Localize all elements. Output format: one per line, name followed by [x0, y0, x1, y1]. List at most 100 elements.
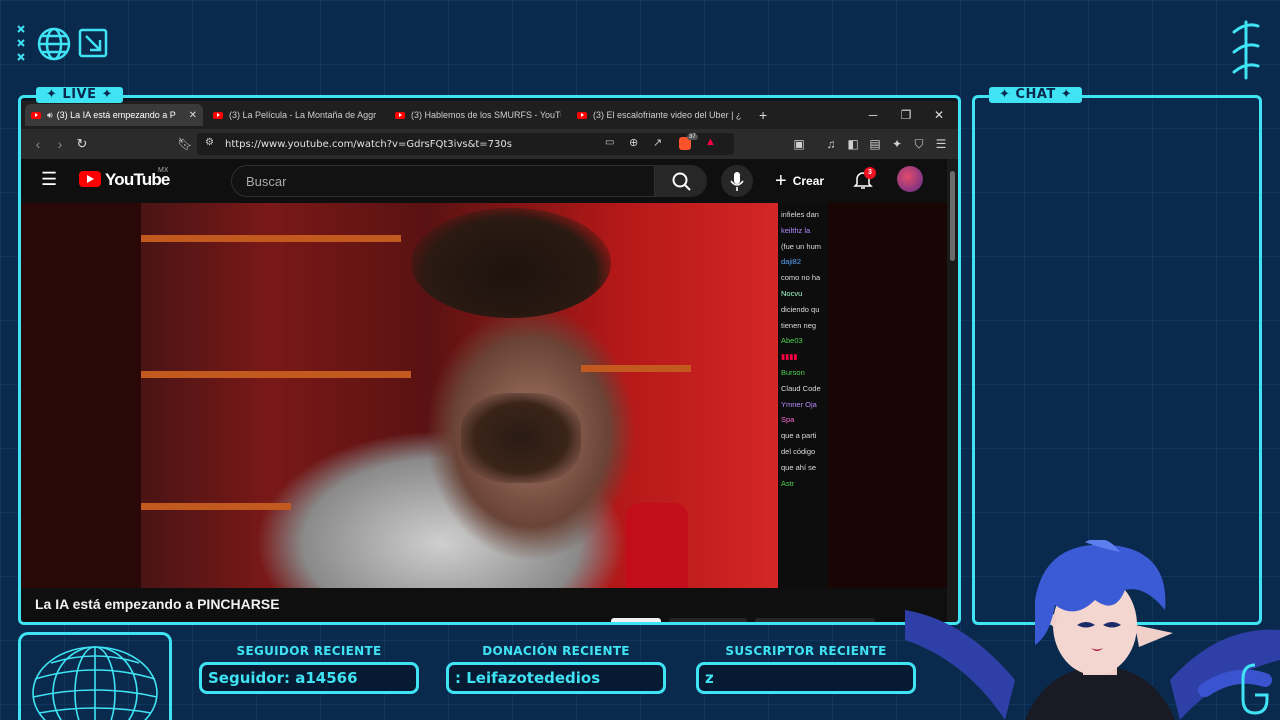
chat-line: como no ha	[781, 273, 821, 283]
hamburger-menu-icon[interactable]: ☰	[41, 169, 57, 190]
video-player[interactable]: infieles dan keilthz la (fue un hum daji…	[21, 203, 947, 588]
filter-chip[interactable]	[755, 618, 875, 622]
youtube-favicon-icon	[213, 111, 223, 119]
reading-list-icon[interactable]: ▣	[791, 136, 807, 152]
recent-donation-label: DONACIÓN RECIENTE	[482, 644, 630, 658]
arrow-down-right-icon	[78, 28, 108, 58]
recent-subscriber-value: z	[705, 669, 714, 687]
chat-line: daji82	[781, 257, 802, 267]
back-icon[interactable]: ‹	[27, 136, 49, 152]
sidebar-icon[interactable]: ◧	[845, 136, 861, 152]
recent-follower-value: Seguidor: a14566	[208, 669, 358, 687]
search-icon	[672, 172, 691, 191]
share-icon[interactable]: ↗	[653, 136, 662, 149]
vpn-icon[interactable]: ⛉	[911, 136, 927, 152]
person-beard	[461, 393, 581, 483]
search-input[interactable]: Buscar	[231, 165, 655, 197]
bookmark-icon[interactable]: 🔖︎	[177, 136, 193, 152]
microphone-icon	[730, 172, 744, 191]
youtube-favicon-icon	[395, 111, 405, 119]
wireframe-globe-icon	[32, 646, 158, 720]
close-window-icon[interactable]: ✕	[922, 101, 956, 129]
rewards-icon[interactable]: ▲	[705, 136, 716, 148]
globe-panel	[18, 632, 172, 720]
vtuber-avatar	[905, 540, 1280, 720]
speaker-icon: 🔊︎	[47, 109, 53, 120]
video-side-panel	[828, 203, 947, 588]
chat-line: ▮▮▮▮	[781, 352, 798, 362]
youtube-logo-icon[interactable]	[79, 171, 101, 187]
browser-tab[interactable]: (3) La Película - La Montaña de Aggr	[207, 104, 385, 126]
overlay-logo-icons	[17, 25, 108, 61]
browser-tab[interactable]: (3) El escalofriante video del Uber | ¿	[571, 104, 749, 126]
create-label: Crear	[792, 174, 825, 188]
new-tab-button[interactable]: +	[759, 107, 767, 123]
shelf-decoration	[141, 235, 401, 242]
cast-icon[interactable]: ▭	[605, 137, 614, 148]
search-button[interactable]	[655, 165, 707, 197]
wallet-icon[interactable]: ▤	[867, 136, 883, 152]
close-tab-icon[interactable]: ✕	[189, 110, 197, 121]
shelf-decoration	[141, 503, 291, 510]
chat-line: Abe03	[781, 336, 803, 346]
restore-icon[interactable]: ❐	[889, 101, 923, 129]
chat-badge-label: CHAT	[1015, 87, 1056, 102]
chat-line: Astr	[781, 478, 795, 488]
chat-line: (fue un hum	[781, 241, 822, 251]
forward-icon[interactable]: ›	[49, 136, 71, 152]
recent-donation-value: : Leifazotededios	[455, 669, 601, 687]
reload-icon[interactable]: ↻	[71, 136, 93, 152]
chat-line: tienen neg	[781, 320, 817, 330]
video-frame	[141, 203, 778, 588]
globe-icon	[37, 27, 71, 61]
youtube-header: ☰ YouTube MX Buscar + Crear 3	[21, 159, 947, 203]
live-badge-label: LIVE	[62, 87, 97, 102]
youtube-favicon-icon	[577, 111, 587, 119]
chat-line: del código	[781, 446, 816, 456]
chat-line: diciendo qu	[781, 304, 820, 314]
chat-line: que ahí se	[781, 462, 817, 472]
music-icon[interactable]: ♫	[823, 136, 839, 152]
minimize-icon[interactable]: ─	[856, 101, 890, 129]
address-bar[interactable]: ⚙︎ https://www.youtube.com/watch?v=GdrsF…	[197, 133, 734, 155]
notification-count-badge: 3	[864, 167, 876, 179]
tab-label: (3) La Película - La Montaña de Aggr	[229, 110, 377, 120]
microphone-prop	[626, 503, 688, 588]
zoom-icon[interactable]: ⊕	[629, 136, 638, 149]
url-text: https://www.youtube.com/watch?v=GdrsFQt3…	[225, 138, 512, 150]
chat-line: Burson	[781, 367, 805, 377]
tab-label: (3) El escalofriante video del Uber | ¿	[593, 110, 742, 120]
shelf-decoration	[141, 371, 411, 378]
tab-label: (3) La IA está empezando a P	[56, 110, 176, 120]
person-hair	[411, 208, 611, 318]
chat-line: Nocvu	[781, 288, 803, 298]
filter-chip[interactable]	[611, 618, 661, 622]
chat-line: Ymner Oja	[781, 399, 817, 409]
search-placeholder: Buscar	[246, 174, 287, 189]
leo-ai-icon[interactable]: ✦	[889, 136, 905, 152]
recent-follower-box: Seguidor: a14566	[199, 662, 419, 694]
recent-donation-box: : Leifazotededios	[446, 662, 666, 694]
browser-tab-bar: 🔊︎ (3) La IA está empezando a P ✕ (3) La…	[21, 101, 958, 129]
site-settings-icon[interactable]: ⚙︎	[205, 137, 214, 148]
sparkle-icon	[17, 25, 25, 61]
tab-label: (3) Hablemos de los SMURFS - YouTu	[411, 110, 561, 120]
live-frame: 🔊︎ (3) La IA está empezando a P ✕ (3) La…	[18, 95, 961, 625]
chat-line: keilthz la	[781, 225, 811, 235]
shelf-decoration	[581, 365, 691, 372]
menu-icon[interactable]: ☰	[933, 136, 949, 152]
recent-subscriber-label: SUSCRIPTOR RECIENTE	[725, 644, 887, 658]
avatar[interactable]	[897, 166, 923, 192]
region-code: MX	[158, 167, 169, 174]
recent-subscriber-box: z	[696, 662, 916, 694]
chat-line: Spa	[781, 415, 795, 425]
chat-line: infieles dan	[781, 210, 819, 219]
live-badge: ✦ LIVE ✦	[36, 87, 123, 103]
create-button[interactable]: + Crear	[775, 165, 824, 197]
recent-follower-label: SEGUIDOR RECIENTE	[236, 644, 382, 658]
browser-tab[interactable]: 🔊︎ (3) La IA está empezando a P ✕	[25, 104, 203, 126]
voice-search-button[interactable]	[721, 165, 753, 197]
chat-line: que a parti	[781, 431, 817, 441]
browser-tab[interactable]: (3) Hablemos de los SMURFS - YouTu	[389, 104, 567, 126]
filter-chip[interactable]	[669, 618, 747, 622]
